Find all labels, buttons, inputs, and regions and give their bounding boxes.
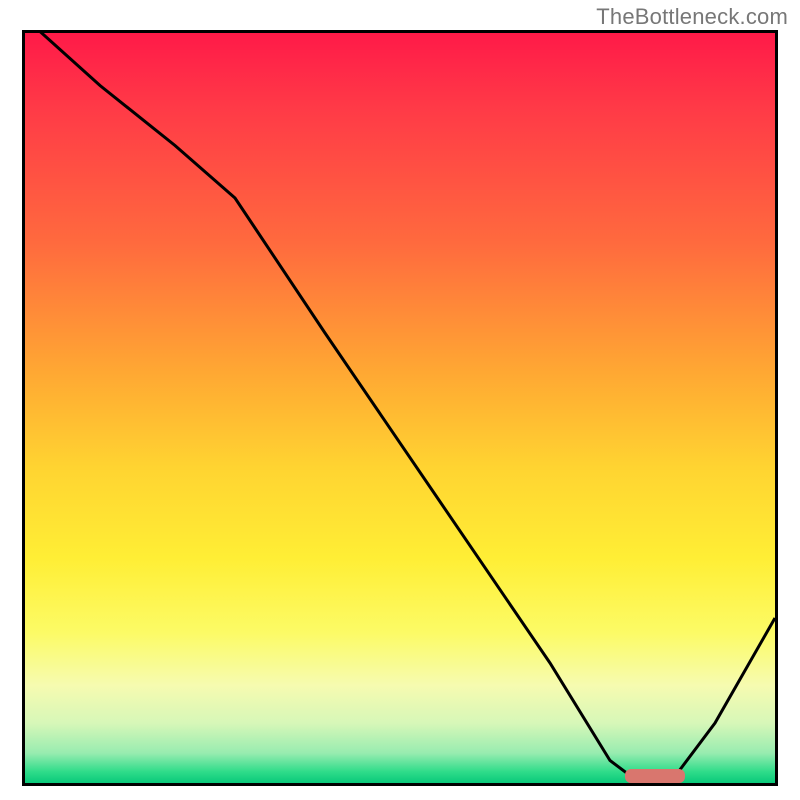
chart-stage: TheBottleneck.com <box>0 0 800 800</box>
plot-area <box>22 30 778 786</box>
watermark-text: TheBottleneck.com <box>596 4 788 30</box>
minimum-marker <box>625 769 685 783</box>
bottleneck-curve <box>25 33 775 783</box>
line-series <box>25 33 775 783</box>
